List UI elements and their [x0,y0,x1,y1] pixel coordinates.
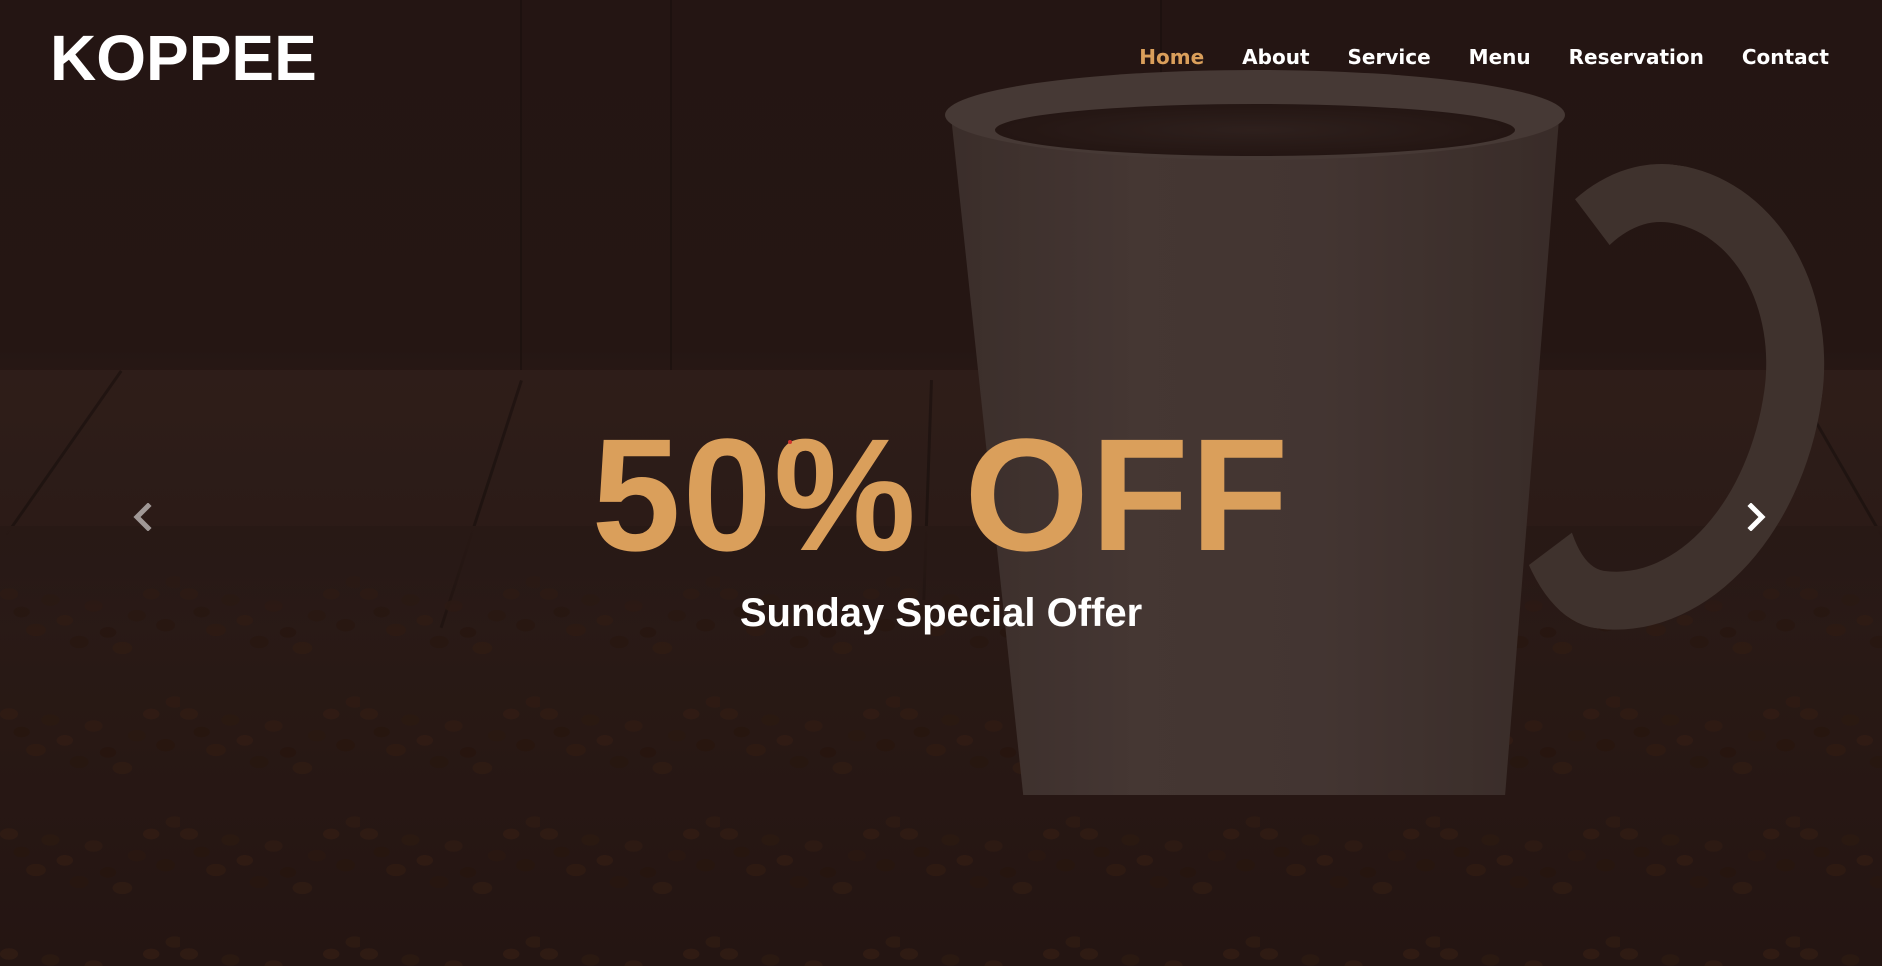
chevron-right-icon [1745,501,1767,536]
carousel-next-button[interactable] [1734,497,1778,541]
carousel-prev-button[interactable] [121,497,165,541]
nav-item-service[interactable]: Service [1348,43,1431,71]
nav-links: Home About Service Menu Reservation Cont… [1139,43,1829,71]
nav-item-home[interactable]: Home [1139,43,1204,71]
nav-item-reservation[interactable]: Reservation [1569,43,1704,71]
navbar: KOPPEE Home About Service Menu Reservati… [0,0,1882,116]
cursor-dot [788,440,792,444]
chevron-left-icon [132,501,154,536]
carousel-caption: 50% OFF Sunday Special Offer [0,410,1882,638]
nav-item-about[interactable]: About [1242,43,1309,71]
offer-subtitle: Sunday Special Offer [739,591,1143,635]
nav-item-menu[interactable]: Menu [1469,43,1531,71]
nav-item-contact[interactable]: Contact [1742,43,1829,71]
site-logo[interactable]: KOPPEE [50,22,317,94]
offer-title: 50% OFF [591,405,1291,584]
hero-carousel: KOPPEE Home About Service Menu Reservati… [0,0,1882,966]
